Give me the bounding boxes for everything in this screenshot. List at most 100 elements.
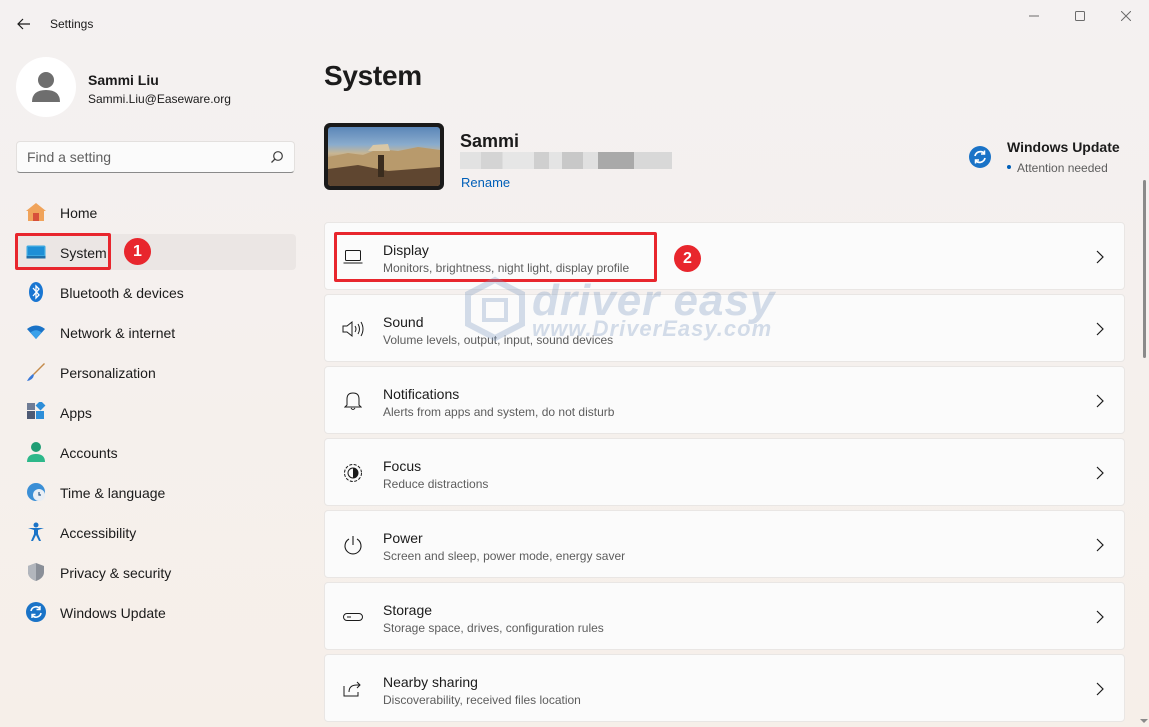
- maximize-button[interactable]: [1057, 0, 1103, 32]
- brush-icon: [25, 362, 47, 382]
- app-title: Settings: [50, 17, 94, 31]
- update-icon[interactable]: [969, 146, 991, 168]
- card-subtitle: Monitors, brightness, night light, displ…: [383, 261, 630, 275]
- step-badge-1: 1: [124, 238, 151, 265]
- bell-icon: [342, 390, 364, 412]
- sidebar-item-windows-update[interactable]: Windows Update: [16, 594, 296, 630]
- rename-link[interactable]: Rename: [461, 175, 510, 190]
- update-icon: [25, 602, 47, 622]
- step-badge-2: 2: [674, 245, 701, 272]
- card-nearby-sharing[interactable]: Nearby sharing Discoverability, received…: [324, 654, 1125, 722]
- card-title: Display: [383, 242, 429, 258]
- sidebar-item-label: Home: [60, 205, 98, 221]
- maximize-icon: [1075, 11, 1085, 21]
- settings-window: Settings Sammi Liu Sammi.Liu@Easeware.or…: [0, 0, 1149, 727]
- sidebar-item-system[interactable]: System: [16, 234, 296, 270]
- user-name: Sammi Liu: [88, 72, 159, 88]
- sidebar-item-label: Accessibility: [60, 525, 137, 541]
- windows-update-title[interactable]: Windows Update: [1007, 139, 1120, 155]
- chevron-right-icon: [1096, 322, 1104, 336]
- card-title: Nearby sharing: [383, 674, 478, 690]
- card-title: Storage: [383, 602, 433, 618]
- speaker-icon: [342, 318, 364, 340]
- sidebar-item-label: Personalization: [60, 365, 156, 381]
- card-focus[interactable]: Focus Reduce distractions: [324, 438, 1125, 506]
- arrow-left-icon: [17, 18, 30, 30]
- card-title: Power: [383, 530, 423, 546]
- sidebar-nav: Home System Bluetooth & devices Network …: [16, 194, 296, 634]
- share-icon: [342, 678, 364, 700]
- page-title: System: [324, 60, 422, 91]
- chevron-right-icon: [1096, 466, 1104, 480]
- person-icon: [32, 72, 60, 102]
- wallpaper-image: [328, 127, 440, 186]
- card-subtitle: Screen and sleep, power mode, energy sav…: [383, 549, 626, 563]
- wifi-icon: [25, 322, 47, 342]
- back-button[interactable]: [12, 12, 36, 36]
- status-dot: [1007, 164, 1011, 169]
- chevron-right-icon: [1096, 610, 1104, 624]
- monitor-icon: [25, 242, 47, 262]
- sidebar-item-apps[interactable]: Apps: [16, 394, 296, 430]
- sidebar-item-accounts[interactable]: Accounts: [16, 434, 296, 470]
- search-box[interactable]: [16, 141, 295, 173]
- device-name: Sammi: [460, 131, 520, 151]
- sidebar-item-label: Privacy & security: [60, 565, 172, 581]
- sidebar-item-accessibility[interactable]: Accessibility: [16, 514, 296, 550]
- bluetooth-icon: [25, 282, 47, 302]
- card-power[interactable]: Power Screen and sleep, power mode, ener…: [324, 510, 1125, 578]
- sidebar-item-network[interactable]: Network & internet: [16, 314, 296, 350]
- accessibility-icon: [25, 522, 47, 542]
- sidebar-item-label: Time & language: [60, 485, 166, 501]
- home-icon: [25, 202, 47, 222]
- windows-update-status-text: Attention needed: [1017, 161, 1108, 175]
- storage-icon: [342, 606, 364, 628]
- avatar[interactable]: [16, 57, 76, 117]
- sidebar-item-time-language[interactable]: Time & language: [16, 474, 296, 510]
- card-subtitle: Storage space, drives, configuration rul…: [383, 621, 604, 635]
- power-icon: [342, 534, 364, 556]
- sidebar-item-home[interactable]: Home: [16, 194, 296, 230]
- sidebar-item-label: Accounts: [60, 445, 118, 461]
- minimize-icon: [1029, 15, 1039, 17]
- card-subtitle: Alerts from apps and system, do not dist…: [383, 405, 615, 419]
- sidebar-item-label: System: [60, 245, 107, 261]
- title-bar: Settings: [0, 0, 1149, 48]
- scrollbar-thumb[interactable]: [1143, 180, 1146, 358]
- sidebar-item-personalization[interactable]: Personalization: [16, 354, 296, 390]
- sidebar-item-label: Network & internet: [60, 325, 176, 341]
- sidebar-item-privacy-security[interactable]: Privacy & security: [16, 554, 296, 590]
- user-profile[interactable]: Sammi Liu Sammi.Liu@Easeware.org: [16, 57, 296, 117]
- card-storage[interactable]: Storage Storage space, drives, configura…: [324, 582, 1125, 650]
- focus-icon: [342, 462, 364, 484]
- card-sound[interactable]: Sound Volume levels, output, input, soun…: [324, 294, 1125, 362]
- minimize-button[interactable]: [1011, 0, 1057, 32]
- scroll-down-icon[interactable]: [1139, 717, 1149, 725]
- close-icon: [1121, 11, 1131, 21]
- clock-globe-icon: [25, 482, 47, 502]
- close-button[interactable]: [1103, 0, 1149, 32]
- apps-icon: [25, 402, 47, 422]
- sidebar-item-label: Apps: [60, 405, 92, 421]
- account-icon: [25, 442, 47, 462]
- sidebar-item-label: Bluetooth & devices: [60, 285, 184, 301]
- search-icon[interactable]: [270, 150, 284, 164]
- card-subtitle: Volume levels, output, input, sound devi…: [383, 333, 614, 347]
- card-subtitle: Reduce distractions: [383, 477, 489, 491]
- card-notifications[interactable]: Notifications Alerts from apps and syste…: [324, 366, 1125, 434]
- sidebar-item-bluetooth[interactable]: Bluetooth & devices: [16, 274, 296, 310]
- card-display[interactable]: Display Monitors, brightness, night ligh…: [324, 222, 1125, 290]
- user-email: Sammi.Liu@Easeware.org: [88, 92, 231, 106]
- shield-icon: [25, 562, 47, 582]
- chevron-right-icon: [1096, 250, 1104, 264]
- card-subtitle: Discoverability, received files location: [383, 693, 581, 707]
- card-title: Sound: [383, 314, 424, 330]
- windows-update-status: Attention needed: [1007, 161, 1108, 175]
- display-icon: [342, 246, 364, 268]
- card-title: Notifications: [383, 386, 460, 402]
- settings-list: Display Monitors, brightness, night ligh…: [324, 222, 1125, 726]
- chevron-right-icon: [1096, 394, 1104, 408]
- search-input[interactable]: [27, 142, 267, 172]
- sidebar-item-label: Windows Update: [60, 605, 166, 621]
- device-wallpaper: [324, 123, 444, 190]
